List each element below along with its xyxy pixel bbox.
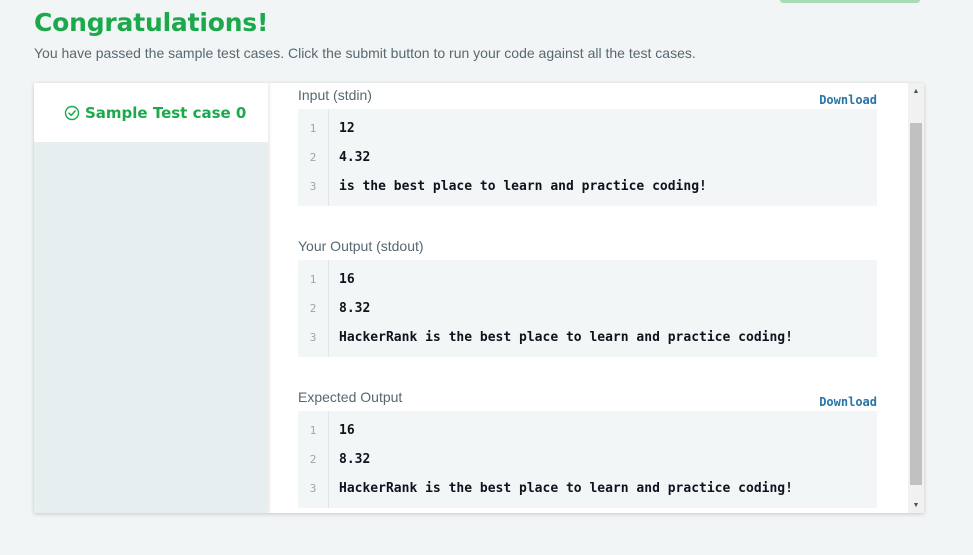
code-line: 3 HackerRank is the best place to learn … (298, 327, 877, 347)
check-circle-icon (64, 105, 80, 120)
code-line: 2 4.32 (298, 147, 877, 167)
page-title: Congratulations! (34, 8, 269, 37)
line-number: 1 (309, 121, 317, 135)
code-line: 1 12 (298, 118, 877, 138)
line-text: HackerRank is the best place to learn an… (339, 480, 793, 496)
line-text: is the best place to learn and practice … (339, 178, 707, 194)
line-number: 3 (309, 179, 317, 193)
line-text: 12 (339, 120, 355, 136)
code-line: 1 16 (298, 269, 877, 289)
your-output-section-title: Your Output (stdout) (298, 238, 424, 254)
line-number: 2 (309, 150, 317, 164)
line-number: 3 (309, 481, 317, 495)
test-case-list: Sample Test case 0 (34, 83, 268, 513)
line-text: 16 (339, 422, 355, 438)
line-number: 2 (309, 452, 317, 466)
line-text: HackerRank is the best place to learn an… (339, 329, 793, 345)
line-text: 4.32 (339, 149, 371, 165)
scroll-thumb[interactable] (910, 123, 922, 485)
code-line: 3 HackerRank is the best place to learn … (298, 478, 877, 498)
scroll-up-arrow-icon[interactable]: ▲ (908, 83, 924, 99)
line-text: 8.32 (339, 451, 371, 467)
tab-sample-test-case-0[interactable]: Sample Test case 0 (34, 83, 268, 142)
input-download-link[interactable]: Download (819, 93, 877, 107)
test-results-panel: Sample Test case 0 Input (stdin) Downloa… (34, 83, 924, 513)
line-number: 1 (309, 423, 317, 437)
line-number: 1 (309, 272, 317, 286)
code-line: 2 8.32 (298, 298, 877, 318)
expected-output-section-title: Expected Output (298, 389, 403, 405)
top-accent-bar (780, 0, 920, 3)
vertical-scrollbar[interactable]: ▲ ▼ (908, 83, 924, 513)
code-line: 1 16 (298, 420, 877, 440)
code-line: 3 is the best place to learn and practic… (298, 176, 877, 196)
line-text: 16 (339, 271, 355, 287)
line-number: 2 (309, 301, 317, 315)
line-number: 3 (309, 330, 317, 344)
expected-output-download-link[interactable]: Download (819, 395, 877, 409)
code-line: 2 8.32 (298, 449, 877, 469)
input-section-title: Input (stdin) (298, 87, 372, 103)
your-output-code-block: 1 16 2 8.32 3 HackerRank is the best pla… (298, 260, 877, 357)
input-code-block: 1 12 2 4.32 3 is the best place to learn… (298, 109, 877, 206)
tab-label: Sample Test case 0 (85, 103, 247, 122)
expected-output-code-block: 1 16 2 8.32 3 HackerRank is the best pla… (298, 411, 877, 508)
scroll-down-arrow-icon[interactable]: ▼ (908, 497, 924, 513)
page-subtitle: You have passed the sample test cases. C… (34, 45, 696, 61)
line-text: 8.32 (339, 300, 371, 316)
